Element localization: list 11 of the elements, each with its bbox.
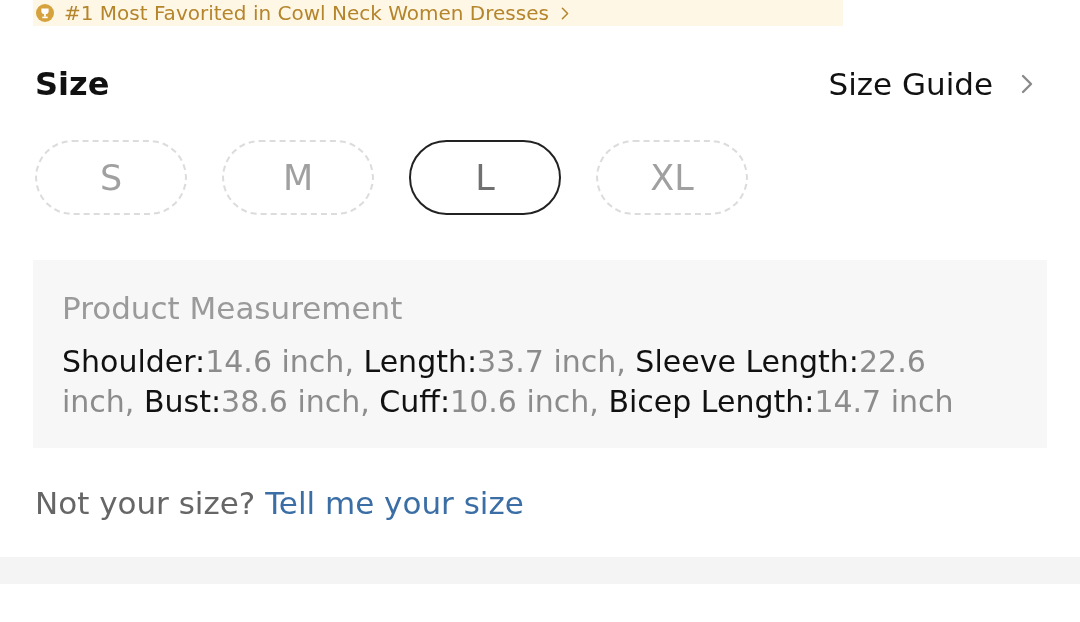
panel-title: Product Measurement [62,290,404,326]
size-guide-link[interactable]: Size Guide [828,64,1033,104]
size-help-text: Not your size? [35,485,256,521]
size-option[interactable]: L [409,140,561,215]
measurement-text: Shoulder:14.6 inch, Length:33.7 inch, Sleeve Length:22.6 inch, Bust:38.6 inch, Cuff:10.6 inch, Bicep Length:14.7 inch [62,343,955,421]
chevron-right-icon [1021,74,1033,94]
tell-me-size-link[interactable]: Tell me your size [265,485,524,521]
trophy-badge-icon [36,4,54,22]
chevron-right-icon [560,6,569,20]
ranking-link[interactable]: #1 Most Favorited in Cowl Neck Women Dresses [33,0,843,26]
section-title: Size [35,64,110,104]
